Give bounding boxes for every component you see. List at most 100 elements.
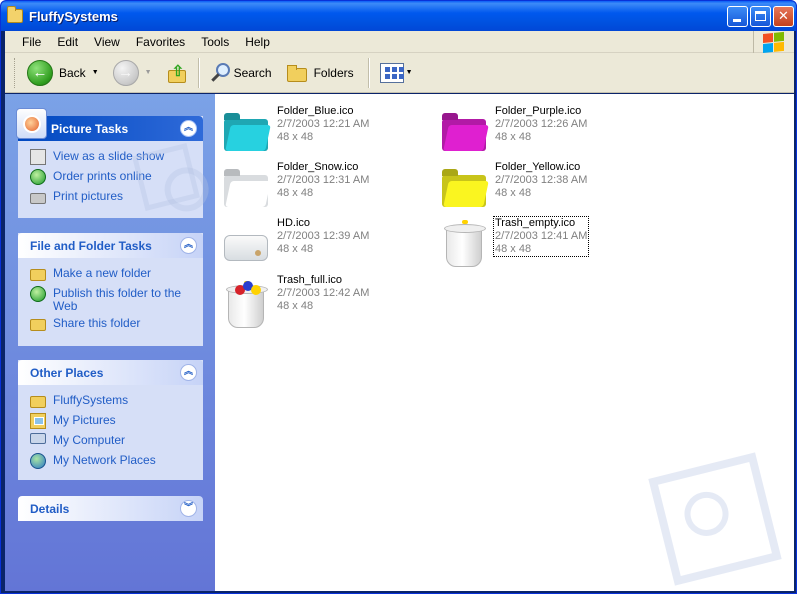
forward-dropdown-icon[interactable]: ▼ [145,69,152,76]
task-share-folder[interactable]: Share this folder [30,316,191,336]
file-item[interactable]: Folder_Blue.ico 2/7/2003 12:21 AM 48 x 4… [220,105,430,155]
menu-edit[interactable]: Edit [49,35,86,49]
printer-icon [30,193,46,204]
toolbar-separator [367,57,370,88]
file-item[interactable]: Folder_Snow.ico 2/7/2003 12:31 AM 48 x 4… [220,161,430,211]
collapse-chevron-icon[interactable]: ︽ [180,237,197,254]
file-dimensions: 48 x 48 [277,300,314,312]
details-group: Details ︾ [18,496,203,521]
file-item-selected[interactable]: Trash_empty.ico 2/7/2003 12:41 AM 48 x 4… [438,216,648,269]
hard-drive-icon [222,221,270,269]
place-my-pictures[interactable]: My Pictures [30,413,191,433]
place-fluffysystems[interactable]: FluffySystems [30,393,191,413]
window-controls: ✕ [727,6,794,27]
views-dropdown-icon[interactable]: ▼ [406,69,413,76]
search-label: Search [233,65,272,80]
maximize-button[interactable] [750,6,771,27]
task-new-folder[interactable]: Make a new folder [30,266,191,286]
trash-full-icon [222,278,270,328]
file-name: Folder_Snow.ico [277,161,359,173]
back-button[interactable]: ← Back ▼ [23,58,103,88]
file-date: 2/7/2003 12:31 AM [277,174,370,186]
file-dimensions: 48 x 48 [277,243,314,255]
explorer-window: FluffySystems ✕ File Edit View Favorites… [0,0,797,594]
watermark-icon [648,452,782,586]
forward-arrow-icon: → [112,59,139,86]
share-folder-icon [30,319,46,331]
picture-tasks-header[interactable]: Picture Tasks ︽ [16,108,203,141]
file-date: 2/7/2003 12:41 AM [495,230,588,242]
file-item[interactable]: Folder_Yellow.ico 2/7/2003 12:38 AM 48 x… [438,161,648,211]
group-title: Picture Tasks [51,121,129,136]
expand-chevron-icon[interactable]: ︾ [180,500,197,517]
slideshow-icon [30,149,46,165]
toolbar: ← Back ▼ → ▼ ⇧ Search Folders ▼ [5,53,794,93]
toolbar-grip[interactable] [14,57,17,88]
folders-icon [286,62,308,84]
file-item[interactable]: Folder_Purple.ico 2/7/2003 12:26 AM 48 x… [438,105,648,155]
group-title: Details [30,501,70,516]
folder-purple-icon [440,109,488,157]
task-pane: Picture Tasks ︽ View as a slide show Ord… [5,94,215,591]
back-label: Back [59,65,86,80]
views-button[interactable]: ▼ [376,58,417,88]
other-places-header[interactable]: Other Places ︽ [18,360,203,385]
maximize-icon [755,11,766,21]
my-pictures-icon [30,413,46,429]
folder-blue-icon [222,109,270,157]
forward-button[interactable]: → ▼ [109,58,156,88]
task-publish-web[interactable]: Publish this folder to the Web [30,286,191,316]
menu-view[interactable]: View [86,35,128,49]
file-dimensions: 48 x 48 [277,131,314,143]
folder-icon [7,6,23,23]
file-folder-tasks-header[interactable]: File and Folder Tasks ︽ [18,233,203,258]
folder-icon [30,396,46,408]
trash-empty-icon [440,220,488,269]
back-arrow-icon: ← [27,59,53,86]
windows-logo-icon [762,30,784,54]
views-icon [379,62,404,83]
file-name: Folder_Yellow.ico [495,161,581,173]
up-folder-button[interactable]: ⇧ [162,58,192,88]
collapse-chevron-icon[interactable]: ︽ [180,120,197,137]
file-name: Folder_Purple.ico [495,105,582,117]
menu-help[interactable]: Help [237,35,278,49]
group-title: Other Places [30,365,104,380]
picture-tasks-icon [16,108,47,139]
file-dimensions: 48 x 48 [495,187,532,199]
new-folder-icon [30,269,46,281]
place-network[interactable]: My Network Places [30,453,191,473]
minimize-button[interactable] [727,6,748,27]
group-body: View as a slide show Order prints online… [18,141,203,215]
menu-favorites[interactable]: Favorites [128,35,193,49]
file-item[interactable]: Trash_full.ico 2/7/2003 12:42 AM 48 x 48 [220,274,430,328]
file-name: Folder_Blue.ico [277,105,354,117]
close-button[interactable]: ✕ [773,6,794,27]
title-bar[interactable]: FluffySystems ✕ [1,1,796,31]
menu-file[interactable]: File [5,35,49,49]
folders-button[interactable]: Folders [282,58,358,88]
file-date: 2/7/2003 12:38 AM [495,174,588,186]
file-list[interactable]: Folder_Blue.ico 2/7/2003 12:21 AM 48 x 4… [215,94,794,591]
file-date: 2/7/2003 12:26 AM [495,118,588,130]
file-name: HD.ico [277,217,311,229]
group-body: FluffySystems My Pictures My Computer My… [18,385,203,479]
place-my-computer[interactable]: My Computer [30,433,191,453]
folders-label: Folders [313,65,354,80]
file-dimensions: 48 x 48 [495,243,532,255]
my-computer-icon [30,433,46,444]
search-button[interactable]: Search [206,58,276,88]
menu-tools[interactable]: Tools [193,35,237,49]
file-date: 2/7/2003 12:21 AM [277,118,370,130]
group-body: Make a new folder Publish this folder to… [18,258,203,342]
menubar-divider [753,31,754,53]
collapse-chevron-icon[interactable]: ︽ [180,364,197,381]
file-item[interactable]: HD.ico 2/7/2003 12:39 AM 48 x 48 [220,217,430,267]
search-icon [210,62,232,84]
globe-icon [30,169,46,185]
file-dimensions: 48 x 48 [495,131,532,143]
picture-tasks-group: Picture Tasks ︽ View as a slide show Ord… [16,108,203,218]
details-header[interactable]: Details ︾ [18,496,203,521]
group-title: File and Folder Tasks [30,238,152,253]
back-dropdown-icon[interactable]: ▼ [92,69,99,76]
